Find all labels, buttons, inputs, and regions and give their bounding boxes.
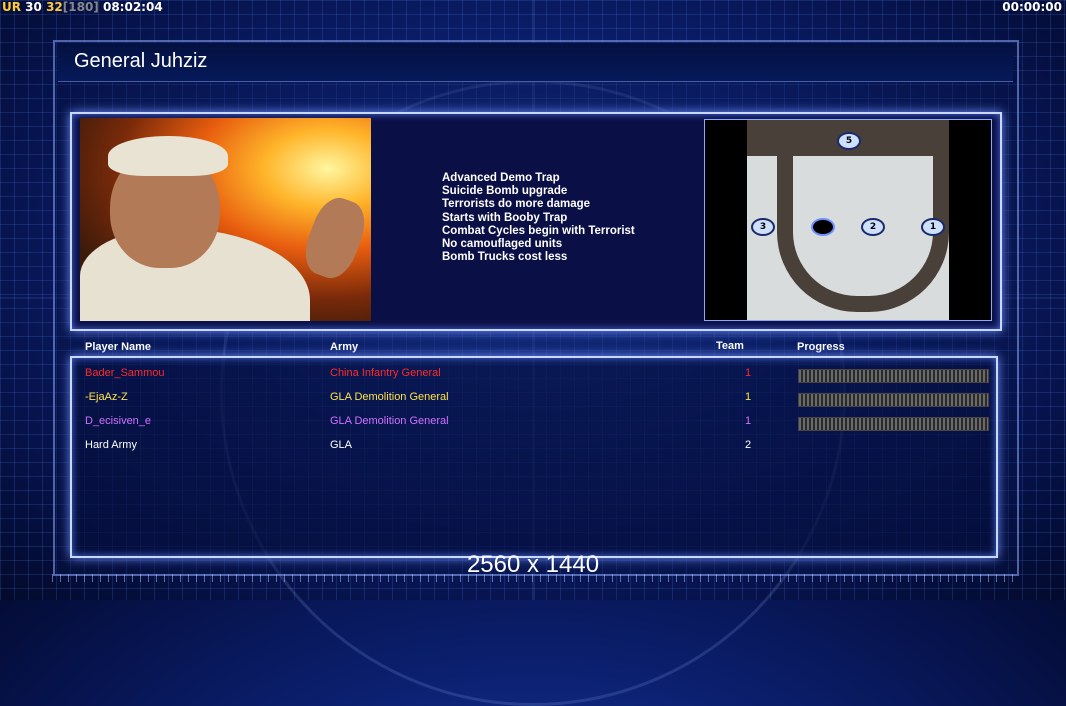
player-progress-bar [798,393,989,407]
player-name: Hard Army [85,439,137,451]
player-team: 1 [745,415,752,427]
map-start-marker: 5 [837,132,861,150]
map-start-marker [811,218,835,236]
portrait-hand [297,191,371,285]
column-header-team: Team [716,340,744,352]
player-team: 1 [745,367,752,379]
hud-value-1: 30 [25,0,42,14]
hud-ur-label: UR [2,0,21,14]
hud-value-3: [180] [62,0,99,14]
trait-item: No camouflaged units [442,238,563,251]
trait-item: Terrorists do more damage [442,198,591,211]
player-team: 2 [745,439,752,451]
map-start-marker: 1 [921,218,945,236]
player-name: Bader_Sammou [85,367,165,379]
player-army: GLA Demolition General [330,415,449,427]
player-team: 1 [745,391,752,403]
hud-stats: UR 30 32[180] 08:02:04 [2,0,163,14]
player-army: GLA Demolition General [330,391,449,403]
player-army: GLA [330,439,353,451]
general-traits-list: Advanced Demo Trap Suicide Bomb upgrade … [442,172,635,264]
map-start-marker: 3 [751,218,775,236]
player-army: China Infantry General [330,367,441,379]
general-portrait [80,118,371,321]
column-header-army: Army [330,341,359,353]
player-row: Bader_Sammou China Infantry General 1 [0,367,1066,387]
player-progress-bar [798,417,989,431]
hud-timer: 00:00:00 [1002,0,1062,14]
map-terrain [747,120,949,320]
hud-clock: 08:02:04 [102,0,163,14]
portrait-turban [108,136,228,176]
player-name: -EjaAz-Z [85,391,128,403]
player-progress-bar [798,369,989,383]
trait-item: Combat Cycles begin with Terrorist [442,224,635,237]
map-preview: 5 3 2 1 [704,119,992,321]
player-row: Hard Army GLA 2 [0,439,1066,459]
player-row: D_ecisiven_e GLA Demolition General 1 [0,415,1066,435]
trait-item: Starts with Booby Trap [442,211,568,224]
general-title: General Juhziz [74,50,208,72]
player-name: D_ecisiven_e [85,415,152,427]
trait-item: Bomb Trucks cost less [442,251,568,264]
hud-value-2: 32 [46,0,63,14]
trait-item: Advanced Demo Trap [442,172,560,184]
map-road-u [777,156,949,312]
bottom-ruler [52,574,1016,582]
map-start-marker: 2 [861,218,885,236]
column-header-progress: Progress [797,341,845,353]
column-header-player-name: Player Name [85,341,152,353]
trait-item: Suicide Bomb upgrade [442,185,568,198]
player-row: -EjaAz-Z GLA Demolition General 1 [0,391,1066,411]
